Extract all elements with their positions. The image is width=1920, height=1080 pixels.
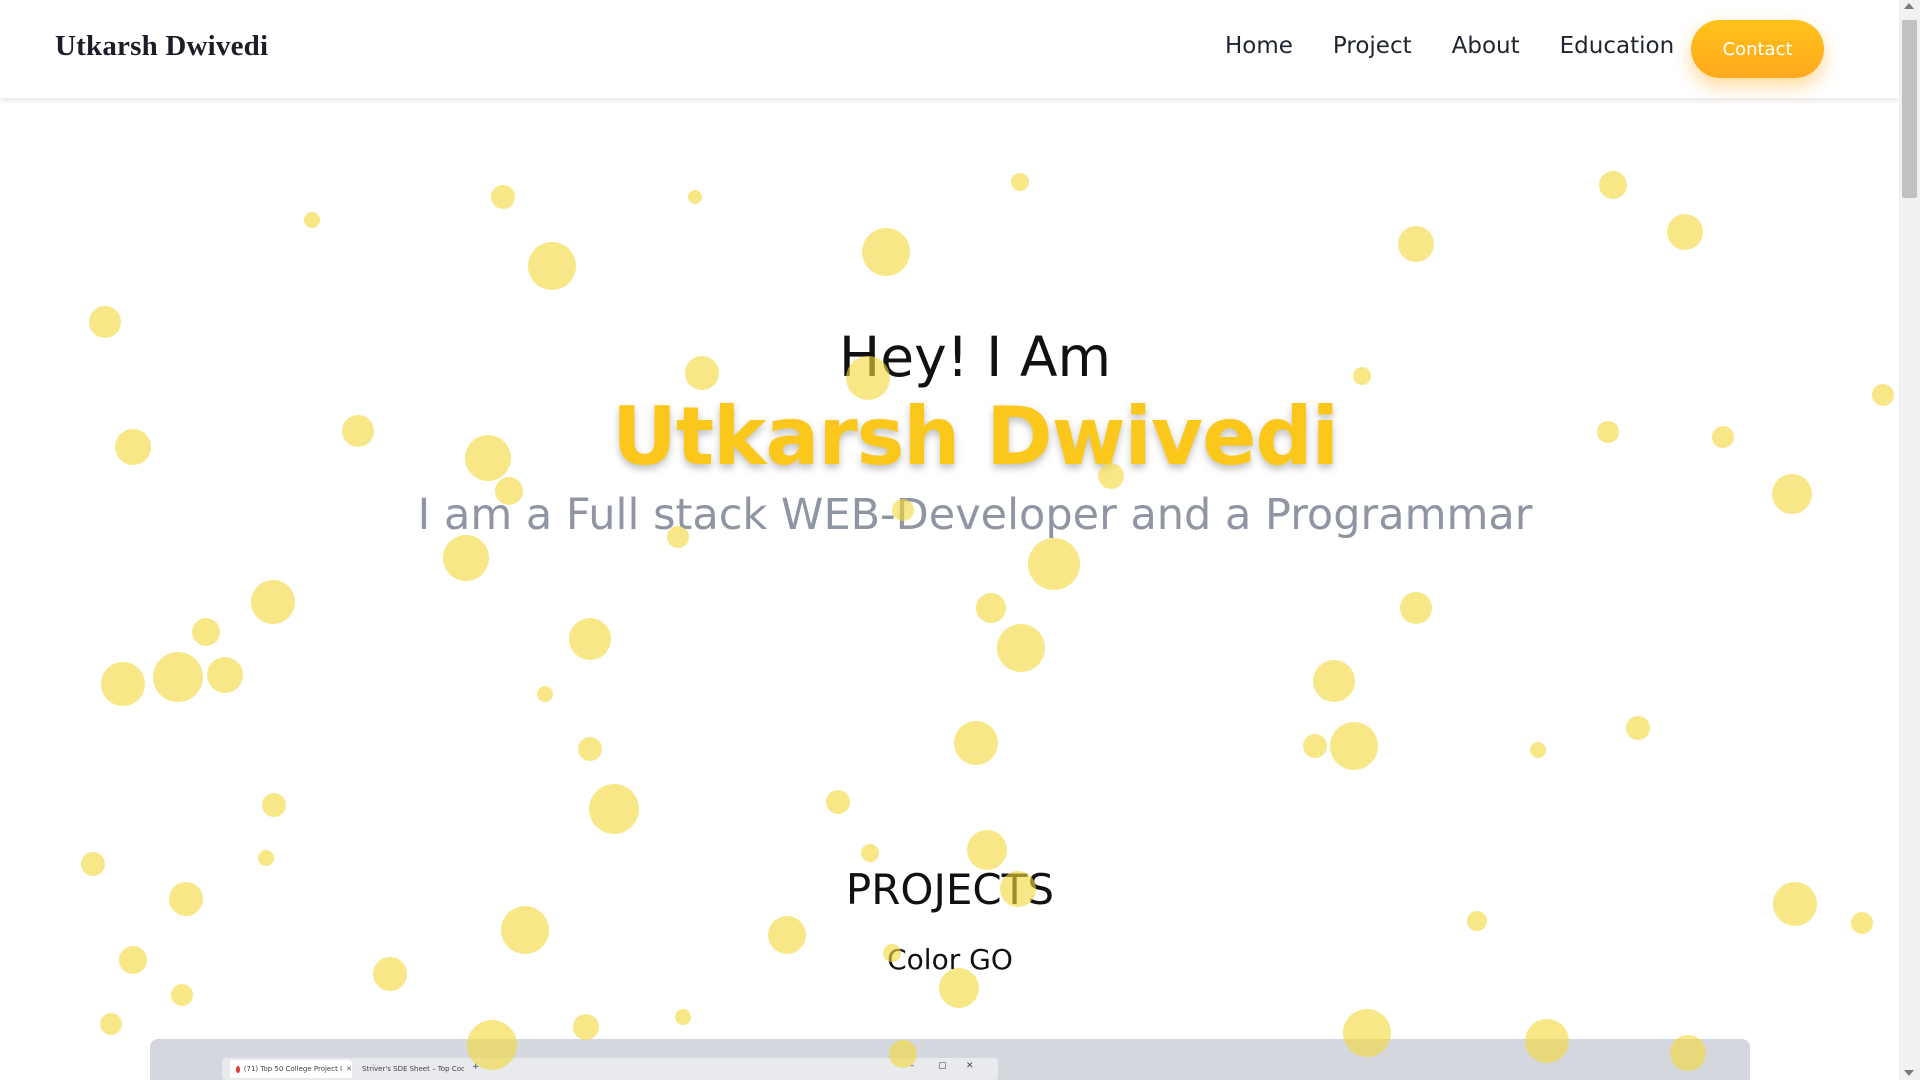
- bubble: [569, 618, 611, 660]
- bubble: [976, 593, 1006, 623]
- bubble: [171, 984, 193, 1006]
- bubble: [861, 844, 879, 862]
- bubble: [101, 662, 145, 706]
- bubble: [1599, 171, 1627, 199]
- bubble: [1400, 592, 1432, 624]
- project-title: Color GO: [887, 943, 1013, 976]
- hero-name: Utkarsh Dwivedi: [611, 390, 1339, 483]
- bubble-background: [0, 0, 1899, 1080]
- bubble: [688, 190, 702, 204]
- navbar: Utkarsh Dwivedi Home Project About Educa…: [0, 0, 1899, 98]
- bubble: [1851, 912, 1873, 934]
- preview-browser-tabbar: (71) Top 50 College Project I ✕ Striver'…: [222, 1058, 998, 1080]
- minimize-icon: –: [910, 1061, 915, 1071]
- hero-tagline: I am a Full stack WEB-Developer and a Pr…: [417, 490, 1533, 540]
- bubble: [573, 1014, 599, 1040]
- preview-tab-label: (71) Top 50 College Project I: [243, 1065, 343, 1073]
- bubble: [1330, 722, 1378, 770]
- scroll-thumb[interactable]: [1902, 20, 1917, 198]
- bubble: [443, 535, 489, 581]
- project-preview-image[interactable]: (71) Top 50 College Project I ✕ Striver'…: [150, 1039, 1750, 1080]
- bubble: [1530, 742, 1546, 758]
- scrollbar[interactable]: [1899, 0, 1920, 1080]
- bubble: [1313, 660, 1355, 702]
- bubble: [1303, 734, 1327, 758]
- bubble: [1667, 214, 1703, 250]
- nav-home[interactable]: Home: [1225, 33, 1293, 59]
- bubble: [251, 580, 295, 624]
- youtube-icon: [236, 1065, 240, 1073]
- bubble: [528, 242, 576, 290]
- preview-tab-label: Striver's SDE Sheet – Top Codin: [362, 1065, 464, 1073]
- bubble: [997, 624, 1045, 672]
- bubble: [1028, 538, 1080, 590]
- contact-button[interactable]: Contact: [1691, 20, 1824, 78]
- hero-greeting: Hey! I Am: [838, 325, 1112, 389]
- bubble: [153, 652, 203, 702]
- bubble: [1011, 173, 1029, 191]
- nav-project[interactable]: Project: [1333, 33, 1412, 59]
- bubble: [862, 228, 910, 276]
- bubble: [967, 830, 1007, 870]
- bubble: [304, 212, 320, 228]
- new-tab-icon: +: [472, 1062, 480, 1072]
- projects-title: PROJECTS: [845, 865, 1055, 914]
- brand-logo[interactable]: Utkarsh Dwivedi: [55, 30, 268, 63]
- nav-education[interactable]: Education: [1560, 33, 1675, 59]
- nav-about[interactable]: About: [1452, 33, 1520, 59]
- bubble: [1398, 226, 1434, 262]
- bubble: [675, 1009, 691, 1025]
- nav-links: Home Project About Education: [1225, 33, 1714, 59]
- bubble: [826, 790, 850, 814]
- scroll-up-arrow-icon[interactable]: [1904, 3, 1914, 9]
- preview-tab: Striver's SDE Sheet – Top Codin ✕: [352, 1060, 464, 1078]
- close-icon: ✕: [966, 1061, 974, 1071]
- bubble: [954, 721, 998, 765]
- scroll-down-arrow-icon[interactable]: [1904, 1070, 1914, 1076]
- bubble: [537, 686, 553, 702]
- bubble: [491, 185, 515, 209]
- bubble: [100, 1013, 122, 1035]
- bubble: [578, 737, 602, 761]
- bubble: [1467, 911, 1487, 931]
- bubble: [589, 784, 639, 834]
- maximize-icon: ▢: [938, 1061, 947, 1071]
- bubble: [192, 618, 220, 646]
- bubble: [207, 657, 243, 693]
- bubble: [262, 793, 286, 817]
- preview-tab: (71) Top 50 College Project I ✕: [230, 1060, 352, 1078]
- bubble: [258, 850, 274, 866]
- bubble: [1626, 716, 1650, 740]
